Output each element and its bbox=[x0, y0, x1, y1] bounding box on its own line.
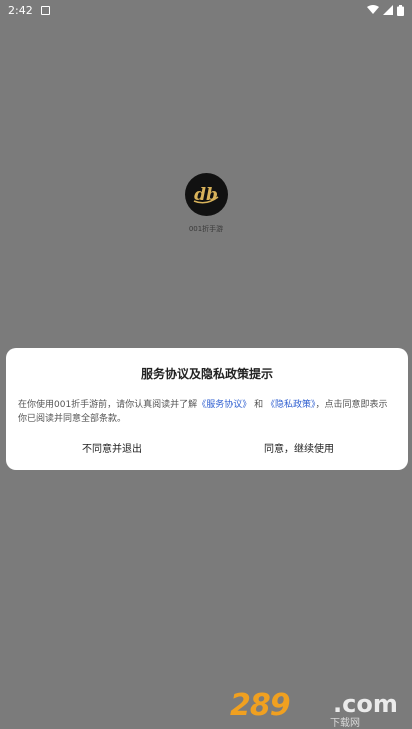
splash-logo-area: db 001折手游 bbox=[0, 173, 412, 234]
signal-icon bbox=[383, 5, 393, 15]
decline-exit-button[interactable]: 不同意并退出 bbox=[82, 440, 142, 455]
dialog-body: 在你使用001折手游前，请你认真阅读并了解《服务协议》 和 《隐私政策》，点击同… bbox=[18, 398, 396, 426]
body-intro-text: 在你使用001折手游前，请你认真阅读并了解 bbox=[18, 400, 198, 410]
site-watermark: 289 .com 下载网 bbox=[230, 688, 405, 729]
status-bar: 2:42 bbox=[0, 0, 412, 20]
service-agreement-link[interactable]: 《服务协议》 bbox=[197, 400, 251, 410]
watermark-sub: 下载网 bbox=[330, 718, 360, 729]
app-logo-icon: db bbox=[193, 185, 219, 205]
agree-continue-button[interactable]: 同意，继续使用 bbox=[264, 440, 334, 455]
notification-icon bbox=[40, 5, 50, 15]
privacy-policy-link[interactable]: 《隐私政策》 bbox=[266, 400, 316, 410]
status-time: 2:42 bbox=[8, 3, 33, 17]
status-right bbox=[367, 4, 404, 16]
wifi-icon bbox=[367, 5, 379, 14]
app-logo: db bbox=[184, 173, 228, 216]
privacy-dialog: 服务协议及隐私政策提示 在你使用001折手游前，请你认真阅读并了解《服务协议》 … bbox=[6, 348, 408, 470]
app-name: 001折手游 bbox=[188, 225, 224, 233]
dialog-title: 服务协议及隐私政策提示 bbox=[140, 367, 273, 381]
watermark-number: 289 bbox=[230, 688, 291, 723]
and-text: 和 bbox=[254, 400, 264, 410]
battery-icon bbox=[397, 4, 404, 16]
status-left: 2:42 bbox=[8, 4, 50, 17]
